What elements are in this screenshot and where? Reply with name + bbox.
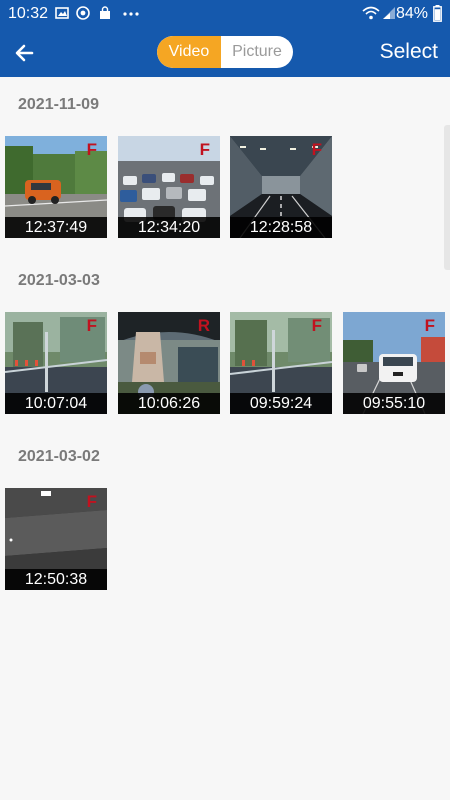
back-arrow-icon[interactable] bbox=[10, 38, 40, 68]
shopping-bag-icon bbox=[100, 6, 110, 19]
video-time: 09:55:10 bbox=[343, 393, 445, 414]
battery-percent: 84% bbox=[395, 5, 428, 22]
status-bar: 10:32 84% bbox=[0, 0, 450, 30]
front-camera-badge: F bbox=[311, 316, 322, 335]
front-camera-badge: F bbox=[199, 140, 210, 159]
rear-camera-badge: R bbox=[197, 316, 210, 335]
battery-icon bbox=[433, 5, 442, 22]
signal-icon bbox=[383, 7, 395, 19]
video-time: 12:28:58 bbox=[230, 217, 332, 238]
video-thumbnail[interactable]: F 09:55:10 bbox=[343, 312, 445, 414]
video-thumbnail[interactable]: F 12:50:38 bbox=[5, 488, 107, 590]
video-time: 12:34:20 bbox=[118, 217, 220, 238]
more-dots-icon bbox=[123, 12, 139, 16]
status-time: 10:32 bbox=[8, 5, 49, 22]
scrollbar[interactable] bbox=[444, 125, 450, 270]
video-thumbnail[interactable]: F 10:07:04 bbox=[5, 312, 107, 414]
front-camera-badge: F bbox=[86, 316, 97, 335]
wifi-icon bbox=[362, 6, 380, 20]
front-camera-badge: F bbox=[424, 316, 435, 335]
video-thumbnail[interactable]: F 12:37:49 bbox=[5, 136, 107, 238]
tab-picture[interactable]: Picture bbox=[221, 36, 293, 68]
media-type-toggle: Video Picture bbox=[157, 36, 293, 68]
video-thumbnail[interactable]: F 09:59:24 bbox=[230, 312, 332, 414]
date-header: 2021-03-03 bbox=[18, 272, 100, 289]
chrome-icon bbox=[76, 6, 90, 20]
date-header: 2021-03-02 bbox=[18, 448, 100, 465]
video-thumbnail[interactable]: F 12:28:58 bbox=[230, 136, 332, 238]
select-button[interactable]: Select bbox=[380, 40, 438, 64]
front-camera-badge: F bbox=[311, 140, 322, 159]
video-time: 10:07:04 bbox=[5, 393, 107, 414]
video-thumbnail[interactable]: R 10:06:26 bbox=[118, 312, 220, 414]
video-thumbnail[interactable]: F 12:34:20 bbox=[118, 136, 220, 238]
tab-video[interactable]: Video bbox=[157, 36, 221, 68]
video-time: 10:06:26 bbox=[118, 393, 220, 414]
video-time: 12:37:49 bbox=[5, 217, 107, 238]
front-camera-badge: F bbox=[86, 140, 97, 159]
date-header: 2021-11-09 bbox=[18, 96, 99, 113]
image-icon bbox=[55, 7, 69, 19]
front-camera-badge: F bbox=[86, 492, 97, 511]
app-bar: Video Picture Select bbox=[0, 30, 450, 77]
video-time: 09:59:24 bbox=[230, 393, 332, 414]
video-time: 12:50:38 bbox=[5, 569, 107, 590]
